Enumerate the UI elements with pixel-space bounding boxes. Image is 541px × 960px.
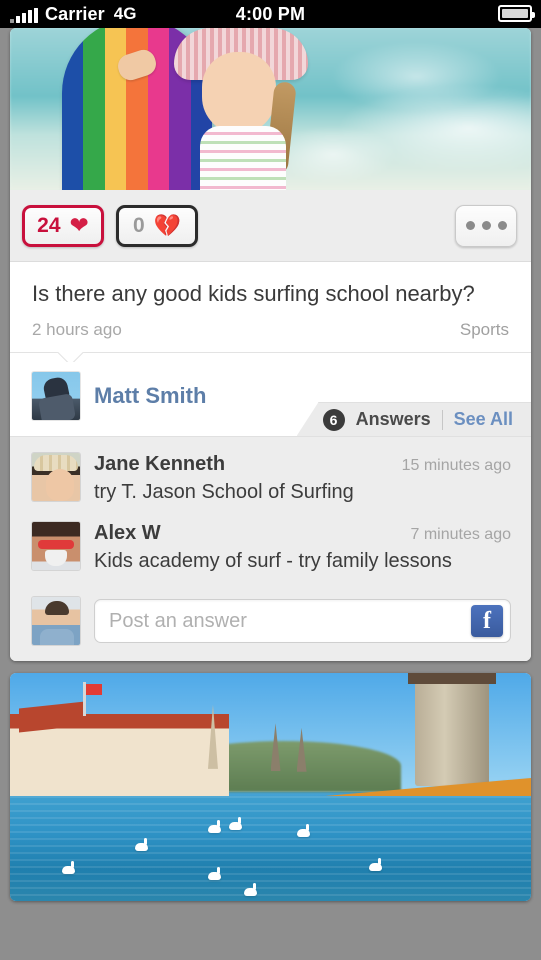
ellipsis-icon bbox=[465, 221, 475, 230]
compose-input-wrapper[interactable]: f bbox=[94, 599, 511, 643]
girl-figure bbox=[174, 28, 308, 190]
avatar[interactable] bbox=[32, 522, 80, 570]
answer-timestamp: 15 minutes ago bbox=[401, 457, 511, 474]
answer-body: Alex W 7 minutes ago Kids academy of sur… bbox=[94, 522, 511, 573]
dislike-button[interactable]: 0 💔 bbox=[116, 204, 198, 247]
question-block[interactable]: Is there any good kids surfing school ne… bbox=[10, 262, 531, 352]
answer-body: Jane Kenneth 15 minutes ago try T. Jason… bbox=[94, 453, 511, 504]
heart-icon: ❤ bbox=[69, 212, 89, 238]
lake-water bbox=[10, 796, 531, 901]
answer-header: Alex W 7 minutes ago bbox=[94, 522, 511, 545]
striped-swimsuit bbox=[200, 126, 286, 190]
status-bar-right bbox=[498, 5, 535, 22]
battery-icon bbox=[498, 5, 535, 22]
avatar[interactable] bbox=[32, 597, 80, 645]
face bbox=[202, 52, 276, 134]
facebook-icon[interactable]: f bbox=[471, 605, 503, 637]
answer-text: try T. Jason School of Surfing bbox=[94, 481, 354, 503]
swiss-flag bbox=[82, 682, 102, 717]
avatar[interactable] bbox=[32, 453, 80, 501]
answers-list: Jane Kenneth 15 minutes ago try T. Jason… bbox=[10, 436, 531, 589]
swan bbox=[207, 819, 221, 833]
answers-label: Answers bbox=[355, 409, 431, 429]
answers-count-badge: 6 bbox=[322, 408, 345, 431]
swan bbox=[62, 860, 76, 874]
next-post-card[interactable] bbox=[10, 673, 531, 901]
old-town-buildings bbox=[10, 714, 229, 806]
answer-author-name[interactable]: Jane Kenneth bbox=[94, 453, 225, 476]
status-bar: Carrier 4G 4:00 PM bbox=[0, 0, 541, 28]
question-title: Is there any good kids surfing school ne… bbox=[32, 281, 475, 306]
phone-screen: Carrier 4G 4:00 PM 24 ❤ 0 💔 Is there any… bbox=[0, 0, 541, 960]
question-meta: 2 hours ago Sports bbox=[32, 320, 509, 340]
clock-label: 4:00 PM bbox=[235, 3, 306, 24]
list-item[interactable]: Alex W 7 minutes ago Kids academy of sur… bbox=[10, 514, 531, 583]
author-row[interactable]: Matt Smith 6 Answers See All bbox=[10, 362, 531, 436]
swan bbox=[369, 858, 383, 872]
like-count: 24 bbox=[37, 214, 61, 237]
swan bbox=[207, 867, 221, 881]
avatar[interactable] bbox=[32, 372, 80, 420]
answer-timestamp: 7 minutes ago bbox=[410, 526, 511, 543]
list-item[interactable]: Jane Kenneth 15 minutes ago try T. Jason… bbox=[10, 445, 531, 514]
answer-author-name[interactable]: Alex W bbox=[94, 522, 161, 545]
divider bbox=[441, 409, 443, 430]
question-timestamp: 2 hours ago bbox=[32, 320, 122, 339]
post-action-bar: 24 ❤ 0 💔 bbox=[10, 190, 531, 262]
feed-scroll-area[interactable]: 24 ❤ 0 💔 Is there any good kids surfing … bbox=[0, 28, 541, 960]
compose-answer-row: f bbox=[10, 589, 531, 661]
answers-summary-bar: 6 Answers See All bbox=[296, 402, 531, 436]
post-answer-input[interactable] bbox=[109, 609, 471, 633]
feed-bottom-gutter bbox=[0, 901, 541, 913]
post-hero-photo[interactable] bbox=[10, 28, 531, 190]
broken-heart-icon: 💔 bbox=[153, 212, 182, 238]
question-separator bbox=[10, 352, 531, 362]
question-category[interactable]: Sports bbox=[460, 320, 509, 340]
see-all-link[interactable]: See All bbox=[454, 409, 513, 430]
swan bbox=[135, 837, 149, 851]
swan bbox=[244, 883, 258, 897]
more-options-button[interactable] bbox=[455, 204, 517, 247]
like-button[interactable]: 24 ❤ bbox=[22, 204, 104, 247]
answer-header: Jane Kenneth 15 minutes ago bbox=[94, 453, 511, 476]
swan bbox=[296, 824, 310, 838]
water-tower bbox=[408, 673, 497, 786]
swan bbox=[228, 817, 242, 831]
post-card: 24 ❤ 0 💔 Is there any good kids surfing … bbox=[10, 28, 531, 661]
author-name[interactable]: Matt Smith bbox=[94, 383, 206, 409]
dislike-count: 0 bbox=[132, 214, 145, 237]
next-post-photo[interactable] bbox=[10, 673, 531, 901]
answer-text: Kids academy of surf - try family lesson… bbox=[94, 550, 452, 572]
